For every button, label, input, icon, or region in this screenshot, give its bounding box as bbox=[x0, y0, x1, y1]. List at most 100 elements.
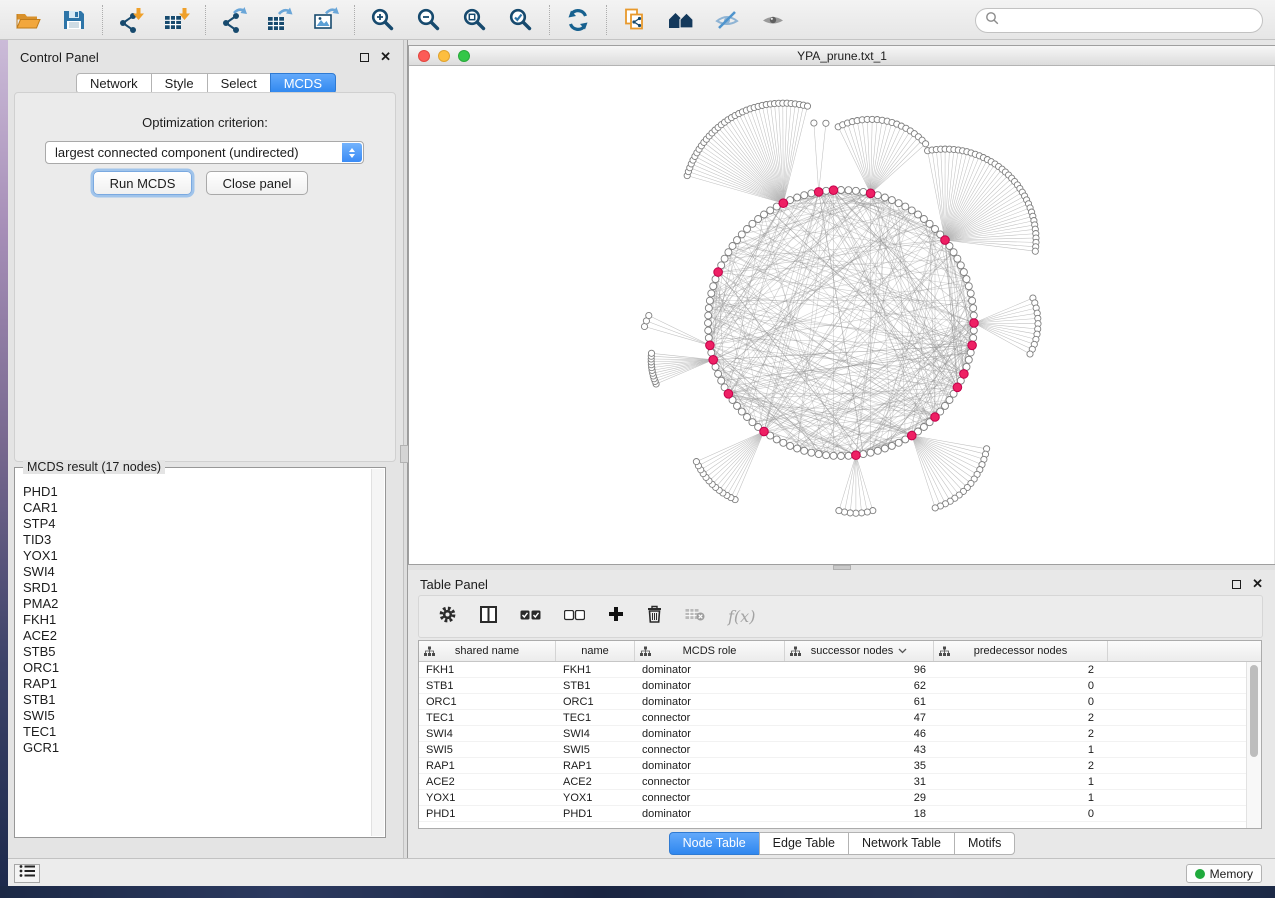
mcds-result-item[interactable]: STB5 bbox=[23, 644, 370, 660]
mcds-result-item[interactable]: ORC1 bbox=[23, 660, 370, 676]
network-node[interactable] bbox=[734, 402, 741, 409]
network-node[interactable] bbox=[970, 334, 977, 341]
close-panel-icon[interactable]: ✕ bbox=[380, 52, 391, 62]
network-node[interactable] bbox=[705, 305, 712, 312]
network-node[interactable] bbox=[801, 447, 808, 454]
network-node[interactable] bbox=[710, 283, 717, 290]
network-node[interactable] bbox=[705, 334, 712, 341]
network-hub-node[interactable] bbox=[968, 341, 977, 350]
hide-selected-icon[interactable] bbox=[714, 7, 740, 33]
mcds-result-item[interactable]: SWI5 bbox=[23, 708, 370, 724]
network-canvas[interactable] bbox=[409, 66, 1274, 564]
network-node[interactable] bbox=[954, 255, 961, 262]
network-leaf-node[interactable] bbox=[646, 312, 652, 318]
network-node[interactable] bbox=[794, 194, 801, 201]
network-leaf-node[interactable] bbox=[1027, 351, 1033, 357]
network-node[interactable] bbox=[744, 226, 751, 233]
network-node[interactable] bbox=[808, 449, 815, 456]
cell-successor_nodes[interactable]: 31 bbox=[785, 776, 934, 788]
network-node[interactable] bbox=[915, 211, 922, 218]
network-node[interactable] bbox=[749, 419, 756, 426]
cell-successor_nodes[interactable]: 96 bbox=[785, 664, 934, 676]
mcds-result-item[interactable]: TID3 bbox=[23, 532, 370, 548]
network-node[interactable] bbox=[965, 356, 972, 363]
network-node[interactable] bbox=[860, 188, 867, 195]
table-row[interactable]: ACE2ACE2connector311 bbox=[419, 774, 1261, 790]
cell-predecessor_nodes[interactable]: 2 bbox=[934, 728, 1108, 740]
network-hub-node[interactable] bbox=[931, 413, 940, 422]
network-node[interactable] bbox=[881, 194, 888, 201]
cell-shared_name[interactable]: STB1 bbox=[419, 680, 556, 692]
network-node[interactable] bbox=[725, 249, 732, 256]
zoom-window-icon[interactable] bbox=[458, 50, 470, 62]
network-hub-node[interactable] bbox=[866, 189, 875, 198]
cell-mcds_role[interactable]: dominator bbox=[635, 808, 785, 820]
close-panel-button[interactable]: Close panel bbox=[206, 171, 308, 195]
table-scrollbar[interactable] bbox=[1246, 662, 1261, 828]
export-image-icon[interactable] bbox=[313, 7, 339, 33]
first-neighbors-icon[interactable] bbox=[668, 7, 694, 33]
settings-gear-icon[interactable] bbox=[438, 605, 457, 629]
deselect-all-icon[interactable] bbox=[564, 608, 585, 626]
mcds-result-item[interactable]: PHD1 bbox=[23, 484, 370, 500]
cell-predecessor_nodes[interactable]: 2 bbox=[934, 664, 1108, 676]
mcds-result-item[interactable]: TEC1 bbox=[23, 724, 370, 740]
network-hub-node[interactable] bbox=[779, 199, 788, 208]
cell-name[interactable]: FKH1 bbox=[556, 664, 635, 676]
network-leaf-node[interactable] bbox=[864, 509, 870, 515]
cell-name[interactable]: ACE2 bbox=[556, 776, 635, 788]
select-all-icon[interactable] bbox=[520, 608, 541, 626]
column-header-shared-name[interactable]: shared name bbox=[419, 641, 556, 661]
zoom-out-icon[interactable] bbox=[416, 7, 442, 33]
network-node[interactable] bbox=[845, 452, 852, 459]
network-leaf-node[interactable] bbox=[923, 141, 929, 147]
memory-button[interactable]: Memory bbox=[1186, 864, 1262, 883]
network-node[interactable] bbox=[970, 305, 977, 312]
import-network-icon[interactable] bbox=[118, 7, 144, 33]
network-leaf-node[interactable] bbox=[932, 505, 938, 511]
network-node[interactable] bbox=[734, 237, 741, 244]
table-row[interactable]: TEC1TEC1connector472 bbox=[419, 710, 1261, 726]
table-row[interactable]: YOX1YOX1connector291 bbox=[419, 790, 1261, 806]
tab-network[interactable]: Network bbox=[76, 73, 152, 94]
task-history-button[interactable] bbox=[14, 864, 40, 883]
network-hub-node[interactable] bbox=[908, 431, 917, 440]
network-node[interactable] bbox=[932, 226, 939, 233]
tab-style[interactable]: Style bbox=[151, 73, 208, 94]
float-panel-icon[interactable] bbox=[360, 53, 369, 62]
cell-successor_nodes[interactable]: 61 bbox=[785, 696, 934, 708]
network-node[interactable] bbox=[738, 231, 745, 238]
cell-predecessor_nodes[interactable]: 1 bbox=[934, 776, 1108, 788]
table-tab-edge-table[interactable]: Edge Table bbox=[759, 832, 849, 855]
minimize-window-icon[interactable] bbox=[438, 50, 450, 62]
cell-predecessor_nodes[interactable]: 0 bbox=[934, 808, 1108, 820]
network-hub-node[interactable] bbox=[760, 427, 769, 436]
network-hub-node[interactable] bbox=[714, 268, 723, 277]
mcds-result-item[interactable]: PMA2 bbox=[23, 596, 370, 612]
network-hub-node[interactable] bbox=[706, 341, 715, 350]
cell-mcds_role[interactable]: dominator bbox=[635, 664, 785, 676]
save-session-icon[interactable] bbox=[61, 7, 87, 33]
zoom-selected-icon[interactable] bbox=[508, 7, 534, 33]
network-hub-node[interactable] bbox=[709, 356, 718, 365]
cell-name[interactable]: SWI4 bbox=[556, 728, 635, 740]
search-box[interactable] bbox=[975, 8, 1263, 33]
cell-successor_nodes[interactable]: 62 bbox=[785, 680, 934, 692]
network-node[interactable] bbox=[755, 216, 762, 223]
cell-successor_nodes[interactable]: 46 bbox=[785, 728, 934, 740]
network-node[interactable] bbox=[808, 190, 815, 197]
zoom-in-icon[interactable] bbox=[370, 7, 396, 33]
network-node[interactable] bbox=[767, 207, 774, 214]
network-node[interactable] bbox=[888, 442, 895, 449]
mcds-result-item[interactable]: ACE2 bbox=[23, 628, 370, 644]
cell-successor_nodes[interactable]: 47 bbox=[785, 712, 934, 724]
cell-predecessor_nodes[interactable]: 2 bbox=[934, 712, 1108, 724]
cell-name[interactable]: ORC1 bbox=[556, 696, 635, 708]
network-node[interactable] bbox=[845, 187, 852, 194]
add-row-icon[interactable] bbox=[608, 606, 624, 627]
tab-select[interactable]: Select bbox=[207, 73, 271, 94]
network-node[interactable] bbox=[738, 408, 745, 415]
network-hub-node[interactable] bbox=[970, 319, 979, 328]
cell-predecessor_nodes[interactable]: 1 bbox=[934, 744, 1108, 756]
network-node[interactable] bbox=[721, 255, 728, 262]
